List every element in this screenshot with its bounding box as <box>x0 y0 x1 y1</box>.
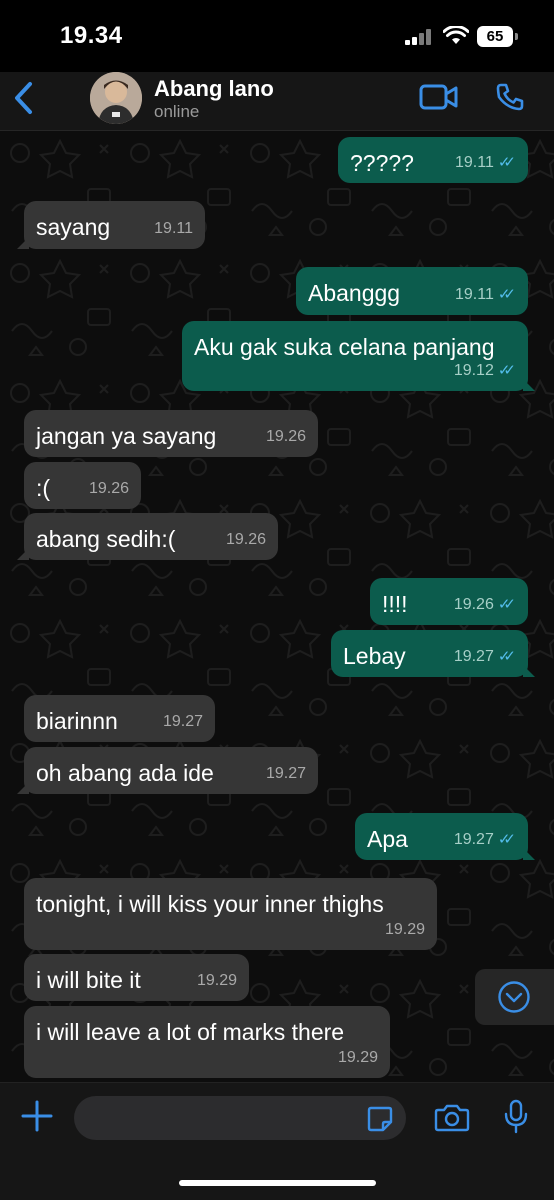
message-time: 19.26 <box>225 531 266 548</box>
message-bubble-outgoing[interactable]: !!!! 19.26 ✓✓ <box>370 578 528 625</box>
back-chevron-icon[interactable] <box>10 80 38 116</box>
battery-icon: 65 <box>477 26 518 47</box>
message-bubble-outgoing[interactable]: ????? 19.11 ✓✓ <box>338 137 528 183</box>
message-text: !!!! <box>382 591 408 617</box>
message-time: 19.11 <box>455 286 494 303</box>
chat-header: Abang lano online <box>0 72 554 131</box>
message-text: biarinnn <box>36 708 118 734</box>
phone-icon[interactable] <box>495 82 525 112</box>
message-text: Apa <box>367 826 408 852</box>
message-time: 19.29 <box>196 972 237 989</box>
double-check-icon: ✓✓ <box>497 831 516 848</box>
message-text: sayang <box>36 214 111 240</box>
message-text: Abanggg <box>308 280 401 306</box>
message-bubble-outgoing[interactable]: Aku gak suka celana panjang 19.12 ✓✓ <box>182 321 535 391</box>
message-time: 19.11 <box>455 154 494 171</box>
message-text: jangan ya sayang <box>36 423 217 449</box>
message-time: 19.27 <box>162 713 203 730</box>
avatar[interactable] <box>90 72 142 124</box>
message-bubble-incoming[interactable]: :( 19.26 <box>24 462 141 509</box>
message-time: 19.12 <box>453 362 494 379</box>
double-check-icon: ✓✓ <box>497 648 516 665</box>
double-check-icon: ✓✓ <box>497 154 516 171</box>
message-text: Lebay <box>343 643 406 669</box>
message-text: i will bite it <box>36 967 141 993</box>
message-text: oh abang ada ide <box>36 760 214 786</box>
message-bubble-incoming[interactable]: i will bite it 19.29 <box>24 954 249 1001</box>
video-call-icon[interactable] <box>419 84 459 110</box>
wifi-icon <box>443 26 469 44</box>
double-check-icon: ✓✓ <box>497 596 516 613</box>
camera-icon[interactable] <box>434 1103 470 1133</box>
home-indicator[interactable] <box>179 1180 376 1186</box>
message-bubble-incoming[interactable]: i will leave a lot of marks there 19.29 <box>24 1006 390 1078</box>
contact-status: online <box>154 102 200 121</box>
message-text: abang sedih:( <box>36 526 176 552</box>
message-bubble-incoming[interactable]: sayang 19.11 <box>17 201 205 249</box>
message-time: 19.27 <box>453 831 494 848</box>
message-time: 19.29 <box>337 1049 378 1066</box>
status-bar: 19.34 65 <box>0 0 554 72</box>
status-time: 19.34 <box>60 22 123 49</box>
plus-icon[interactable] <box>20 1099 54 1133</box>
message-bubble-incoming[interactable]: jangan ya sayang 19.26 <box>24 410 318 457</box>
scroll-down-button[interactable] <box>475 969 554 1025</box>
message-time: 19.26 <box>265 428 306 445</box>
message-bubble-incoming[interactable]: tonight, i will kiss your inner thighs 1… <box>24 878 437 950</box>
message-bubble-incoming[interactable]: abang sedih:( 19.26 <box>17 513 278 560</box>
message-time: 19.29 <box>384 921 425 938</box>
double-check-icon: ✓✓ <box>497 362 516 379</box>
scroll-down-icon <box>498 981 530 1013</box>
message-text: ????? <box>350 150 414 176</box>
message-time: 19.27 <box>265 765 306 782</box>
signal-icon <box>405 29 433 45</box>
message-text: :( <box>36 475 51 501</box>
message-bubble-incoming[interactable]: oh abang ada ide 19.27 <box>17 747 318 794</box>
message-bubble-incoming[interactable]: biarinnn 19.27 <box>24 695 215 742</box>
mic-icon[interactable] <box>503 1099 529 1135</box>
message-time: 19.11 <box>154 220 193 237</box>
message-time: 19.26 <box>88 480 129 497</box>
message-text: i will leave a lot of marks there <box>36 1019 345 1045</box>
message-bubble-outgoing[interactable]: Apa 19.27 ✓✓ <box>355 813 535 860</box>
double-check-icon: ✓✓ <box>497 286 516 303</box>
message-input[interactable] <box>74 1096 406 1140</box>
message-bubble-outgoing[interactable]: Abanggg 19.11 ✓✓ <box>296 267 528 315</box>
contact-name[interactable]: Abang lano <box>154 76 274 102</box>
chat-area[interactable]: ????? 19.11 ✓✓ sayang 19.11 Abanggg 19.11… <box>0 131 554 1082</box>
message-text: Aku gak suka celana panjang <box>194 334 495 360</box>
message-time: 19.26 <box>453 596 494 613</box>
message-text: tonight, i will kiss your inner thighs <box>36 891 384 917</box>
message-bubble-outgoing[interactable]: Lebay 19.27 ✓✓ <box>331 630 535 677</box>
message-time: 19.27 <box>453 648 494 665</box>
sticker-icon[interactable] <box>366 1105 394 1133</box>
